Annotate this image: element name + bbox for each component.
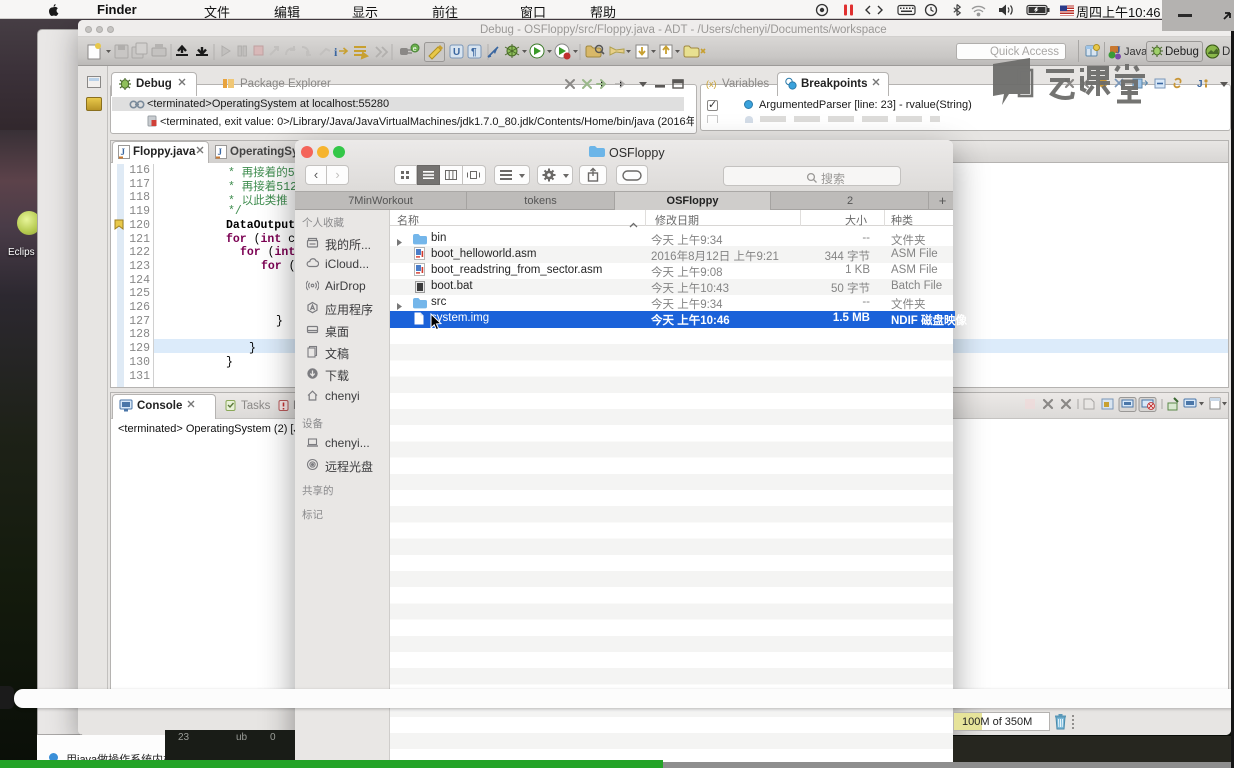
svg-text:i: i [334,45,338,59]
svg-text:J: J [218,147,223,157]
svg-text:(x): (x) [706,79,717,89]
svg-text:J: J [1197,79,1203,90]
svg-text:U: U [453,47,460,58]
svg-text:J: J [121,147,126,157]
svg-text:¶: ¶ [471,47,477,58]
svg-text:e: e [413,46,417,53]
